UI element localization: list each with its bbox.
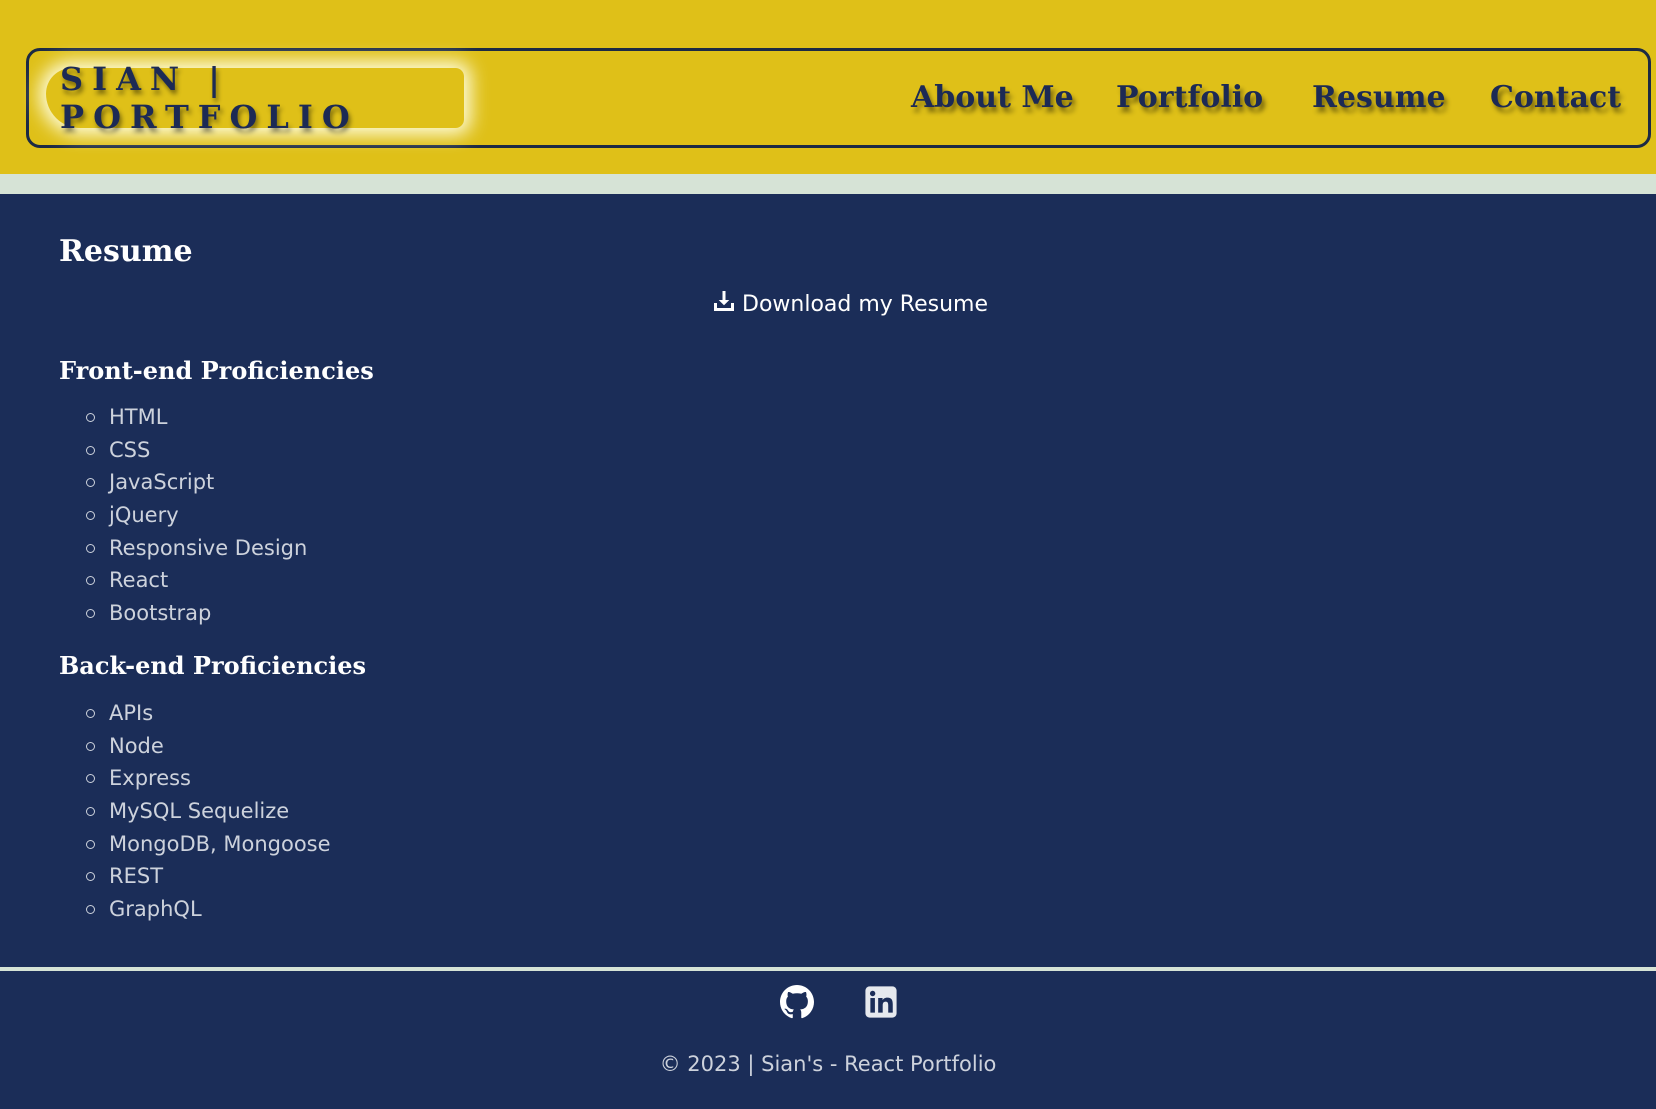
- linkedin-icon: [865, 986, 897, 1018]
- circle-bullet-icon: [86, 478, 95, 488]
- skill-label: GraphQL: [109, 897, 202, 922]
- github-icon: [780, 985, 814, 1019]
- skill-label: Responsive Design: [109, 535, 308, 560]
- list-item: Node: [86, 730, 331, 763]
- list-item: MySQL Sequelize: [86, 795, 331, 828]
- circle-bullet-icon: [86, 576, 95, 586]
- circle-bullet-icon: [86, 807, 95, 817]
- skill-label: React: [109, 568, 169, 593]
- circle-bullet-icon: [86, 445, 95, 455]
- frontend-skill-list: HTML CSS JavaScript jQuery Responsive De…: [86, 401, 307, 630]
- backend-skill-list: APIs Node Express MySQL Sequelize MongoD…: [86, 697, 331, 926]
- list-item: Express: [86, 762, 331, 795]
- skill-label: Node: [109, 733, 164, 758]
- circle-bullet-icon: [86, 543, 95, 553]
- skill-label: MySQL Sequelize: [109, 799, 290, 824]
- list-item: Bootstrap: [86, 597, 307, 630]
- list-item: APIs: [86, 697, 331, 730]
- footer-divider: [0, 967, 1656, 971]
- skill-label: jQuery: [109, 503, 179, 528]
- list-item: GraphQL: [86, 893, 331, 926]
- copyright-text: © 2023 | Sian's - React Portfolio: [659, 1052, 997, 1076]
- circle-bullet-icon: [86, 741, 95, 751]
- skill-label: APIs: [109, 701, 154, 725]
- download-icon: [712, 289, 736, 319]
- nav-resume[interactable]: Resume: [1312, 72, 1446, 122]
- circle-bullet-icon: [86, 511, 95, 521]
- circle-bullet-icon: [86, 609, 95, 619]
- page-title: Resume: [59, 234, 193, 269]
- list-item: HTML: [86, 401, 307, 434]
- list-item: JavaScript: [86, 466, 307, 499]
- list-item: MongoDB, Mongoose: [86, 828, 331, 861]
- skill-label: REST: [109, 864, 164, 889]
- circle-bullet-icon: [86, 839, 95, 849]
- nav-portfolio[interactable]: Portfolio: [1116, 72, 1263, 122]
- skill-label: JavaScript: [109, 470, 215, 495]
- list-item: React: [86, 564, 307, 597]
- list-item: CSS: [86, 434, 307, 467]
- nav-contact[interactable]: Contact: [1490, 72, 1621, 122]
- list-item: jQuery: [86, 499, 307, 532]
- backend-section-title: Back-end Proficiencies: [59, 651, 367, 680]
- list-item: Responsive Design: [86, 532, 307, 565]
- skill-label: MongoDB, Mongoose: [109, 831, 331, 856]
- brand-title: SIAN | PORTFOLIO: [60, 60, 359, 136]
- github-link[interactable]: [780, 985, 814, 1019]
- circle-bullet-icon: [86, 905, 95, 915]
- frontend-section-title: Front-end Proficiencies: [59, 356, 374, 385]
- header-divider-stripe: [0, 174, 1656, 194]
- skill-label: Express: [109, 766, 192, 791]
- skill-label: Bootstrap: [109, 601, 212, 626]
- circle-bullet-icon: [86, 872, 95, 882]
- nav-about-me[interactable]: About Me: [911, 72, 1074, 122]
- circle-bullet-icon: [86, 774, 95, 784]
- list-item: REST: [86, 860, 331, 893]
- skill-label: CSS: [109, 437, 151, 462]
- linkedin-link[interactable]: [864, 985, 898, 1019]
- skill-label: HTML: [109, 405, 168, 429]
- circle-bullet-icon: [86, 413, 95, 422]
- circle-bullet-icon: [86, 709, 95, 718]
- download-resume-link[interactable]: Download my Resume: [712, 286, 988, 322]
- brand-logo[interactable]: SIAN | PORTFOLIO: [46, 60, 464, 136]
- download-resume-label: Download my Resume: [742, 291, 988, 317]
